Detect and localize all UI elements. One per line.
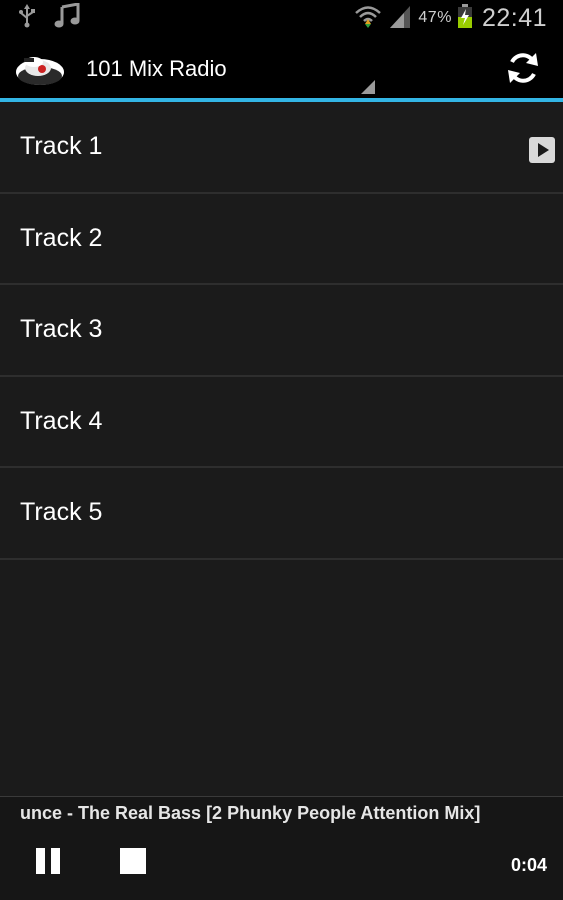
action-bar: 101 Mix Radio	[0, 36, 563, 102]
track-label: Track 1	[20, 132, 103, 160]
battery-percent: 47%	[418, 9, 452, 26]
track-list: Track 1 Track 2 Track 3 Track 4 Track 5	[0, 102, 563, 560]
track-label: Track 4	[20, 406, 103, 435]
track-label: Track 3	[20, 315, 103, 343]
music-note-icon	[54, 1, 80, 34]
track-row[interactable]: Track 1	[0, 102, 563, 194]
status-icons-left	[18, 1, 98, 34]
status-icons-right: 47% 22:41	[348, 3, 547, 33]
player-panel: unce - The Real Bass [2 Phunky People At…	[0, 796, 563, 900]
clock: 22:41	[481, 3, 547, 32]
track-label: Track 5	[20, 498, 103, 526]
signal-icon	[388, 4, 412, 33]
track-row[interactable]: Track 2	[0, 194, 563, 285]
status-bar: 47% 22:41	[0, 0, 563, 36]
wifi-icon	[354, 4, 382, 33]
play-icon	[529, 137, 555, 163]
track-row[interactable]: Track 3	[0, 285, 563, 377]
stop-button[interactable]	[120, 848, 146, 874]
refresh-button[interactable]	[502, 50, 544, 90]
track-row[interactable]: Track 5	[0, 468, 563, 560]
refresh-icon	[505, 50, 541, 91]
battery-charging-icon	[457, 3, 472, 33]
track-label: Track 2	[20, 223, 103, 252]
track-row[interactable]: Track 4	[0, 377, 563, 468]
station-spinner-indicator[interactable]	[361, 80, 375, 94]
now-playing-text: unce - The Real Bass [2 Phunky People At…	[20, 803, 481, 823]
usb-icon	[18, 3, 36, 33]
elapsed-time: 0:04	[510, 855, 547, 875]
radio-logo-icon[interactable]	[14, 50, 66, 88]
pause-button[interactable]	[34, 848, 62, 876]
station-title[interactable]: 101 Mix Radio	[86, 56, 227, 82]
